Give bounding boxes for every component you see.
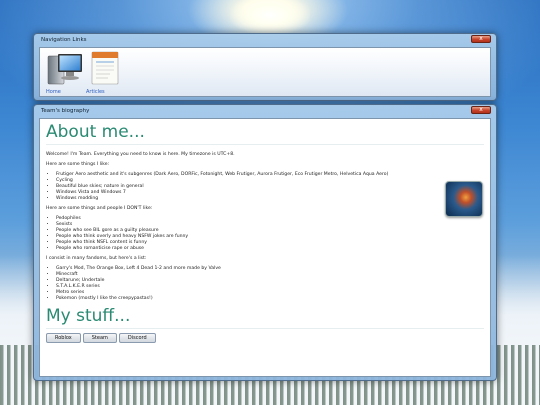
navigation-links-window: Navigation Links x Home Articles: [33, 33, 497, 101]
link-buttons: Roblox Steam Discord: [46, 333, 484, 343]
computer-icon: [47, 54, 82, 85]
fandoms-list: Garry's Mod, The Orange Box, Left 4 Dead…: [56, 266, 484, 302]
stuff-heading: My stuff...: [46, 306, 484, 329]
close-button[interactable]: x: [471, 35, 491, 43]
close-icon: x: [479, 106, 483, 113]
list-item: Pokemon (mostly I like the creepypastas!…: [56, 296, 484, 302]
window-title: Team's biography: [41, 108, 90, 114]
dislikes-heading: Here are some things and people I DON'T …: [46, 206, 153, 211]
roblox-button[interactable]: Roblox: [46, 333, 81, 343]
discord-button[interactable]: Discord: [118, 333, 156, 343]
titlebar[interactable]: Team's biography x: [39, 105, 491, 118]
close-button[interactable]: x: [471, 106, 491, 114]
sun-glare: [230, 0, 310, 35]
titlebar[interactable]: Navigation Links x: [39, 34, 491, 47]
nav-item-label: Home: [46, 89, 61, 95]
jellyfish-avatar: [445, 181, 483, 217]
nav-panel: Home Articles: [39, 47, 491, 97]
nav-item-label: Articles: [86, 89, 105, 95]
nav-item-home[interactable]: Home: [42, 50, 86, 96]
likes-heading: Here are some things I like:: [46, 162, 110, 167]
biography-window: Team's biography x About me... Welcome! …: [33, 104, 497, 381]
close-icon: x: [479, 35, 483, 42]
nav-item-articles[interactable]: Articles: [82, 50, 126, 96]
biography-content[interactable]: About me... Welcome! I'm Team. Everythin…: [39, 118, 491, 377]
list-item: Windows modding: [56, 196, 484, 202]
likes-list: Frutiger Aero aesthetic and it's subgenr…: [56, 172, 484, 202]
calendar-icon: [91, 51, 119, 85]
list-item: People who romanticise rape or abuse: [56, 246, 484, 252]
dislikes-list: Pedophiles Sexists People who see BIL go…: [56, 216, 484, 252]
scroll-area[interactable]: About me... Welcome! I'm Team. Everythin…: [40, 119, 490, 376]
steam-button[interactable]: Steam: [82, 333, 117, 343]
fandoms-heading: I consist in many fandoms, but here's a …: [46, 256, 147, 261]
intro-text: Welcome! I'm Team. Everything you need t…: [46, 152, 235, 157]
about-heading: About me...: [46, 122, 484, 145]
window-title: Navigation Links: [41, 37, 87, 43]
